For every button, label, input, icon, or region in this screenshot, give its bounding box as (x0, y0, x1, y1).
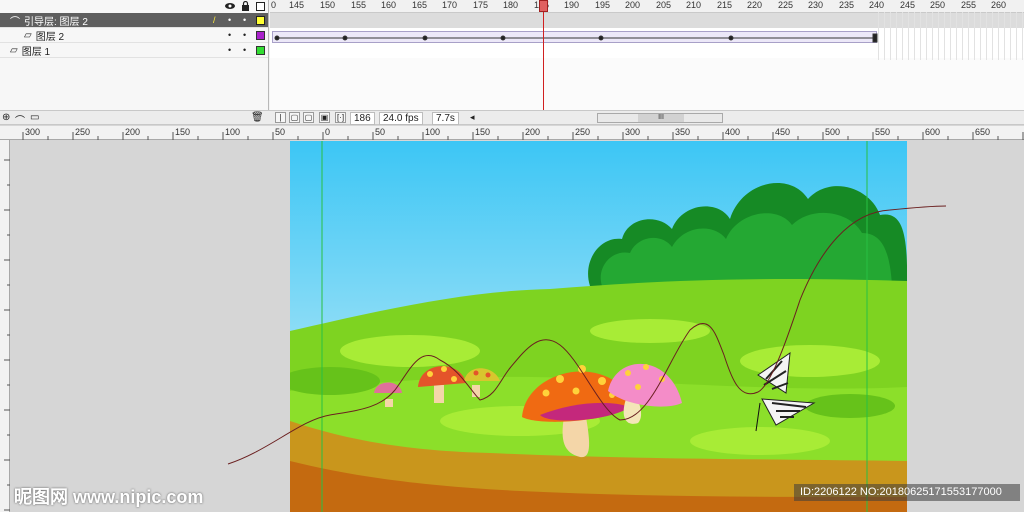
layer-list: ⌒ 引导层: 图层 2 / • • ▱ 图层 2 • • ▱ 图层 1 • • (0, 0, 269, 110)
onion-outline-icon[interactable]: ▢ (303, 112, 314, 123)
visibility-dot[interactable]: • (228, 30, 231, 40)
horizontal-ruler: 300 250 200 150 100 50 0 50 100 150 200 … (0, 126, 1024, 140)
scroll-left-icon[interactable]: ◂ (470, 112, 475, 123)
frame-number: 150 (320, 0, 336, 10)
ruler-ticks (22, 132, 1024, 140)
frame-number: 245 (900, 0, 916, 10)
frame-number: 195 (595, 0, 611, 10)
empty-frame-grid[interactable] (878, 12, 1024, 60)
timeline-status-bar: ⊕ ⌒ ▭ 🗑 | ▢ ▢ ▣ [·] 186 24.0 fps 7.7s ◂ … (0, 110, 1024, 127)
center-frame-icon[interactable]: | (275, 112, 286, 123)
current-frame-field[interactable]: 186 (350, 112, 375, 125)
frame-number: 190 (564, 0, 580, 10)
insert-folder-icon[interactable]: ▭ (30, 112, 39, 123)
ruler-label: 50 (275, 127, 286, 137)
layer-name: 图层 1 (21, 46, 51, 58)
frame-number: 210 (686, 0, 702, 10)
frame-number: 200 (625, 0, 641, 10)
ruler-label: 250 (575, 127, 591, 137)
frame-number: 155 (351, 0, 367, 10)
ruler-label: 400 (725, 127, 741, 137)
scrollbar-thumb[interactable]: III (638, 114, 684, 122)
stage-artwork (290, 141, 907, 512)
frame-number: 170 (442, 0, 458, 10)
motion-tween-span[interactable] (272, 31, 878, 43)
layer-color-box[interactable] (256, 46, 265, 55)
playhead-line[interactable] (543, 0, 544, 110)
insert-layer-icon[interactable]: ⊕ (2, 112, 10, 123)
ruler-ticks (4, 159, 10, 511)
layer-row-2[interactable]: ▱ 图层 2 • • (0, 28, 268, 43)
frame-number: 0 (271, 0, 277, 10)
ruler-label: 200 (125, 127, 141, 137)
frame-number: 225 (778, 0, 794, 10)
stage-canvas[interactable] (290, 141, 907, 512)
layer-color-box[interactable] (256, 31, 265, 40)
frame-number: 165 (412, 0, 428, 10)
onion-markers-icon[interactable]: [·] (335, 112, 346, 123)
onion-skin-icon[interactable]: ▢ (289, 112, 300, 123)
ruler-label: 300 (25, 127, 41, 137)
ruler-label: 150 (175, 127, 191, 137)
ruler-label: 300 (625, 127, 641, 137)
lock-dot[interactable]: • (243, 15, 246, 25)
ruler-label: 100 (225, 127, 241, 137)
layer-row-1[interactable]: ▱ 图层 1 • • (0, 43, 268, 58)
frame-number: 215 (717, 0, 733, 10)
add-guide-layer-icon[interactable]: ⌒ (15, 112, 25, 127)
ruler-label: 200 (525, 127, 541, 137)
watermark-id: ID:2206122 NO:20180625171553177000 (794, 484, 1020, 501)
watermark-logo: 昵图网 www.nipic.com (14, 487, 204, 507)
layer-page-icon: ▱ (24, 29, 32, 41)
frame-number: 180 (503, 0, 519, 10)
frame-area[interactable]: 0 145 150 155 160 165 170 175 180 185 19… (270, 0, 1024, 110)
trash-icon[interactable]: 🗑 (251, 112, 264, 123)
ruler-label: 150 (475, 127, 491, 137)
frame-rate-field[interactable]: 24.0 fps (379, 112, 423, 125)
frame-number: 230 (808, 0, 824, 10)
layer-page-icon: ▱ (10, 44, 18, 56)
outline-icon[interactable] (254, 0, 266, 12)
ruler-label: 0 (325, 127, 331, 137)
frame-number: 240 (869, 0, 885, 10)
frame-number: 255 (961, 0, 977, 10)
lock-dot[interactable]: • (243, 45, 246, 55)
layer-row-guide[interactable]: ⌒ 引导层: 图层 2 / • • (0, 13, 268, 28)
lock-dot[interactable]: • (243, 30, 246, 40)
elapsed-time-field: 7.7s (432, 112, 459, 125)
vertical-ruler (0, 140, 10, 512)
frame-number: 205 (656, 0, 672, 10)
layer-name: 引导层: 图层 2 (24, 16, 88, 28)
ruler-label: 250 (75, 127, 91, 137)
timeline-panel: ⌒ 引导层: 图层 2 / • • ▱ 图层 2 • • ▱ 图层 1 • • … (0, 0, 1024, 110)
guide-layer-icon: ⌒ (10, 16, 20, 28)
frame-number: 175 (473, 0, 489, 10)
frame-number: 260 (991, 0, 1007, 10)
lock-icon[interactable] (239, 0, 251, 12)
ruler-label: 500 (825, 127, 841, 137)
timeline-scrollbar[interactable]: III (597, 113, 723, 123)
ruler-label: 600 (925, 127, 941, 137)
layer-name: 图层 2 (35, 31, 65, 43)
visibility-dot[interactable]: • (228, 15, 231, 25)
pencil-icon: / (213, 15, 216, 25)
eye-icon[interactable] (224, 0, 236, 12)
keyframe-arrows (274, 33, 878, 43)
ruler-label: 450 (775, 127, 791, 137)
ruler-label: 50 (375, 127, 386, 137)
edit-multiple-frames-icon[interactable]: ▣ (319, 112, 330, 123)
frame-number: 235 (839, 0, 855, 10)
ruler-label: 550 (875, 127, 891, 137)
frame-number: 145 (289, 0, 305, 10)
layer-color-box[interactable] (256, 16, 265, 25)
playhead-handle[interactable] (539, 0, 548, 12)
ruler-label: 100 (425, 127, 441, 137)
ruler-label: 650 (975, 127, 991, 137)
ruler-label: 350 (675, 127, 691, 137)
frame-number: 160 (381, 0, 397, 10)
frame-number: 250 (930, 0, 946, 10)
frame-number: 220 (747, 0, 763, 10)
visibility-dot[interactable]: • (228, 45, 231, 55)
